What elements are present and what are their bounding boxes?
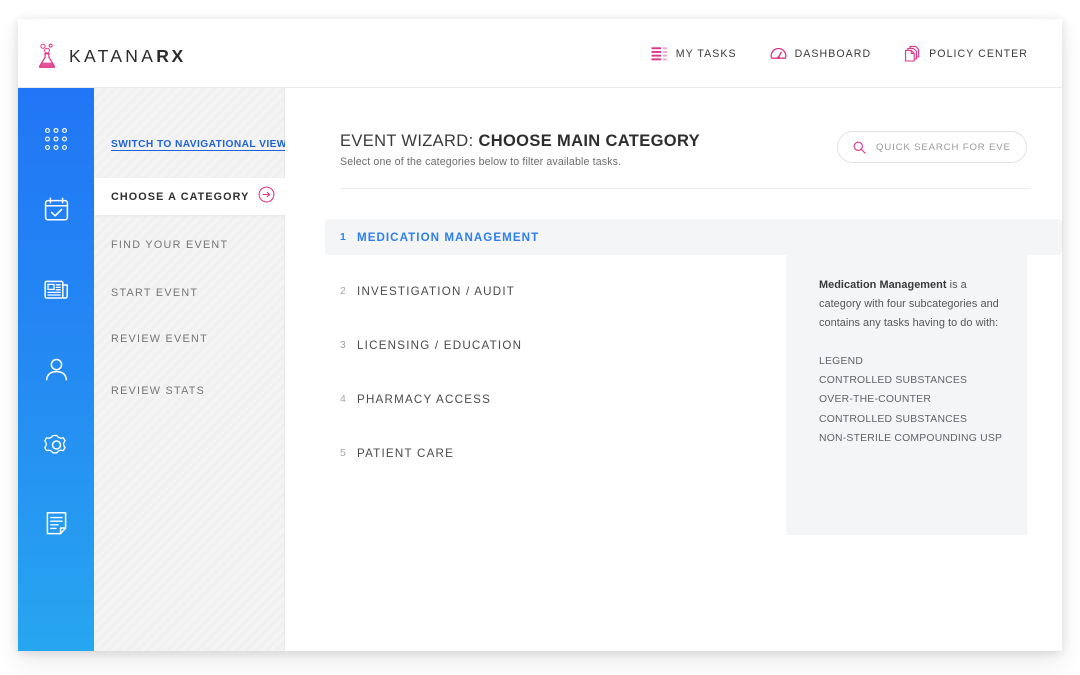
rail-item-reports[interactable] (18, 496, 94, 550)
list-item: NON-STERILE COMPOUNDING USP (819, 432, 1003, 444)
sidebar-item-find-your-event[interactable]: FIND YOUR EVENT (94, 226, 285, 263)
header-divider (340, 188, 1030, 189)
sidebar-item-label: CHOOSE A CATEGORY (111, 190, 250, 203)
topnav-item-my-tasks[interactable]: MY TASKS (651, 45, 737, 62)
main-content: EVENT WIZARD: CHOOSE MAIN CATEGORY Selec… (285, 88, 1062, 651)
list-item: CONTROLLED SUBSTANCES (819, 374, 968, 386)
category-info-panel: Medication Management is a category with… (786, 250, 1027, 535)
sidebar-item-review-stats[interactable]: REVIEW STATS (94, 372, 285, 409)
sidebar-item-label: FIND YOUR EVENT (111, 238, 229, 251)
search-icon (853, 141, 866, 154)
list-item: OVER-THE-COUNTER (819, 394, 932, 406)
search-input[interactable] (876, 141, 1011, 153)
topnav-item-policy-center[interactable]: POLICY CENTER (904, 45, 1028, 62)
rail-item-user[interactable] (18, 342, 94, 396)
rail-item-settings[interactable] (18, 418, 94, 472)
category-label: PHARMACY ACCESS (357, 392, 492, 406)
rail-item-news[interactable] (18, 262, 94, 316)
info-panel-category-name: Medication Management (819, 279, 947, 291)
quick-search-box[interactable] (837, 131, 1027, 163)
document-edit-icon (43, 510, 70, 537)
topnav-item-dashboard[interactable]: DASHBOARD (770, 45, 872, 62)
rail-item-apps[interactable] (18, 112, 94, 166)
newspaper-icon (43, 276, 70, 303)
sidebar-item-label: REVIEW EVENT (111, 332, 208, 345)
apps-grid-icon (43, 126, 69, 152)
gauge-icon (770, 45, 787, 62)
top-header-bar: KATANARX MY TASKS DASHBOARD POLICY CENTE… (18, 19, 1062, 88)
category-number: 2 (340, 285, 347, 297)
rail-item-calendar[interactable] (18, 182, 94, 236)
category-label: PATIENT CARE (357, 446, 455, 460)
topnav-label: MY TASKS (675, 47, 737, 60)
page-subtitle: Select one of the categories below to fi… (340, 156, 622, 168)
switch-to-navigational-view-link[interactable]: SWITCH TO NAVIGATIONAL VIEW (111, 139, 287, 150)
icon-rail-sidebar (18, 88, 94, 651)
list-item: CONTROLLED SUBSTANCES (819, 413, 968, 425)
category-number: 5 (340, 447, 347, 459)
topnav-label: POLICY CENTER (929, 47, 1028, 60)
category-label: LICENSING / EDUCATION (357, 338, 523, 352)
list-item: LEGEND (819, 355, 864, 367)
wizard-steps-sidebar: SWITCH TO NAVIGATIONAL VIEW CHOOSE A CAT… (94, 88, 287, 651)
sidebar-item-start-event[interactable]: START EVENT (94, 274, 285, 311)
topnav-label: DASHBOARD (794, 47, 872, 60)
app-window: KATANARX MY TASKS DASHBOARD POLICY CENTE… (18, 19, 1062, 651)
category-label: INVESTIGATION / AUDIT (357, 284, 516, 298)
documents-stack-icon (904, 45, 921, 62)
brand-logo[interactable]: KATANARX (36, 43, 186, 69)
category-number: 4 (340, 393, 347, 405)
page-title: EVENT WIZARD: CHOOSE MAIN CATEGORY (340, 132, 700, 150)
sidebar-item-label: START EVENT (111, 286, 199, 299)
calendar-check-icon (43, 196, 70, 223)
category-label: MEDICATION MANAGEMENT (357, 230, 540, 244)
list-icon (651, 45, 668, 62)
info-panel-subcategory-list: LEGEND CONTROLLED SUBSTANCES OVER-THE-CO… (819, 352, 1002, 448)
gear-icon (43, 432, 70, 459)
top-navigation: MY TASKS DASHBOARD POLICY CENTER (651, 45, 1028, 62)
category-number: 1 (340, 231, 347, 243)
user-icon (43, 356, 70, 383)
brand-name: KATANARX (69, 45, 186, 66)
sidebar-item-label: REVIEW STATS (111, 384, 206, 397)
info-panel-description: Medication Management is a category with… (819, 276, 1002, 334)
sidebar-item-review-event[interactable]: REVIEW EVENT (94, 320, 285, 357)
category-number: 3 (340, 339, 347, 351)
arrow-right-circle-icon (258, 186, 275, 208)
flask-icon (36, 43, 58, 69)
sidebar-item-choose-a-category[interactable]: CHOOSE A CATEGORY (94, 178, 285, 215)
